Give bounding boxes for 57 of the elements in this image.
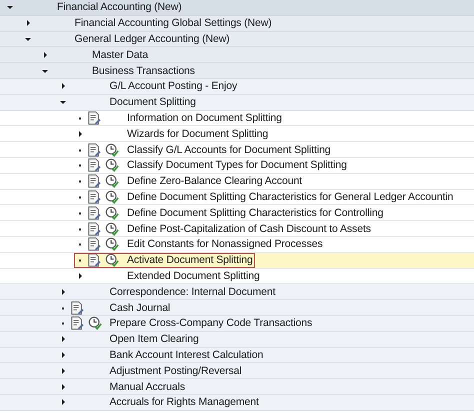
node-label: Correspondence: Internal Document bbox=[110, 286, 276, 298]
node-label: Define Document Splitting Characteristics for Controlling bbox=[127, 206, 384, 219]
document-icon[interactable] bbox=[87, 206, 101, 220]
tree-row[interactable]: Information on Document Splitting bbox=[74, 110, 284, 126]
document-icon[interactable] bbox=[87, 158, 101, 172]
document-icon[interactable] bbox=[87, 237, 101, 252]
clock-check-icon[interactable] bbox=[105, 253, 119, 268]
document-icon[interactable] bbox=[87, 142, 101, 157]
node-label: Extended Document Splitting bbox=[127, 270, 261, 282]
node-label: Manual Accruals bbox=[110, 380, 186, 393]
document-icon[interactable] bbox=[70, 316, 84, 330]
node-label: Define Document Splitting Characteristics for General Ledger Accountin bbox=[127, 190, 454, 203]
clock-check-icon[interactable] bbox=[105, 174, 119, 188]
node-label: Adjustment Posting/Reversal bbox=[110, 364, 243, 377]
document-icon[interactable] bbox=[87, 174, 101, 188]
node-label: Classify Document Types for Document Splitting bbox=[127, 159, 348, 172]
node-label: General Ledger Accounting (New) bbox=[74, 32, 231, 45]
node-label: Define Post-Capitalization of Cash Discount to Assets bbox=[127, 222, 372, 235]
node-label: Edit Constants for Nonassigned Processes bbox=[127, 238, 324, 250]
node-label: Financial Accounting (New) bbox=[57, 1, 183, 14]
node-label: Master Data bbox=[92, 48, 150, 61]
tree-row[interactable]: Define Zero-Balance Clearing Account bbox=[74, 174, 304, 189]
tree-row[interactable]: Wizards for Document Splitting bbox=[74, 126, 270, 142]
node-label: Accruals for Rights Management bbox=[110, 396, 260, 408]
node-label: Business Transactions bbox=[92, 64, 196, 77]
node-label: Document Splitting bbox=[110, 96, 197, 108]
node-label: Information on Document Splitting bbox=[127, 112, 283, 124]
node-label: Open Item Clearing bbox=[110, 333, 200, 346]
clock-check-icon[interactable] bbox=[105, 190, 119, 204]
tree-row[interactable]: Classify Document Types for Document Splitting bbox=[74, 158, 349, 173]
tree-row[interactable]: Edit Constants for Nonassigned Processes bbox=[74, 236, 325, 252]
node-label: Bank Account Interest Calculation bbox=[110, 348, 264, 361]
node-label: Activate Document Splitting bbox=[127, 254, 254, 266]
node-label: Prepare Cross-Company Code Transactions bbox=[110, 317, 314, 330]
document-icon[interactable] bbox=[87, 222, 101, 236]
document-icon[interactable] bbox=[87, 190, 101, 204]
clock-check-icon[interactable] bbox=[105, 222, 119, 236]
clock-check-icon[interactable] bbox=[105, 158, 119, 172]
node-label: Wizards for Document Splitting bbox=[127, 128, 270, 140]
clock-check-icon[interactable] bbox=[105, 142, 119, 157]
node-label: Financial Accounting Global Settings (New) bbox=[74, 17, 273, 30]
clock-check-icon[interactable] bbox=[105, 206, 119, 220]
node-label: Cash Journal bbox=[110, 302, 172, 314]
tree-row[interactable]: Define Document Splitting Characteristics for General Ledger Accountin bbox=[74, 190, 456, 204]
document-icon[interactable] bbox=[87, 110, 101, 125]
clock-check-icon[interactable] bbox=[88, 316, 102, 330]
tree-row[interactable]: Extended Document Splitting bbox=[74, 268, 262, 284]
node-label: Define Zero-Balance Clearing Account bbox=[127, 175, 303, 188]
node-label: Classify G/L Accounts for Document Splitting bbox=[127, 144, 332, 156]
document-icon[interactable] bbox=[70, 300, 84, 315]
document-icon[interactable] bbox=[87, 253, 101, 268]
tree-row[interactable]: Activate Document Splitting bbox=[74, 252, 255, 268]
node-label: G/L Account Posting - Enjoy bbox=[110, 80, 238, 92]
tree-row[interactable]: Define Document Splitting Characteristics for Controlling bbox=[74, 205, 386, 220]
tree-row[interactable]: Classify G/L Accounts for Document Splitting bbox=[74, 142, 333, 157]
tree-row[interactable]: Define Post-Capitalization of Cash Discount to Assets bbox=[74, 221, 373, 236]
clock-check-icon[interactable] bbox=[105, 237, 119, 252]
